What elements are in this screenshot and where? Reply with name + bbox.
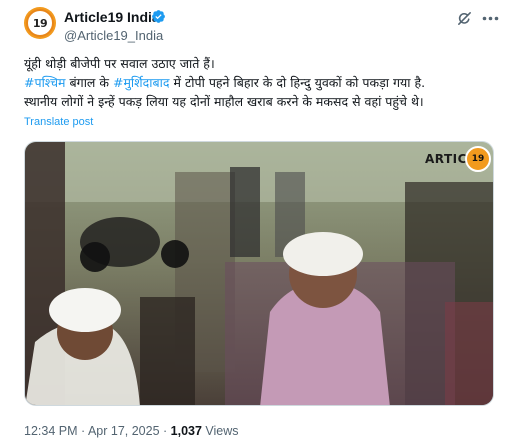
video-watermark-logo: 19: [465, 146, 491, 172]
tweet-text-segment: में टोपी पहने बिहार के दो हिन्दु युवकों …: [169, 75, 426, 90]
tweet-date[interactable]: Apr 17, 2025: [88, 424, 160, 438]
hashtag-link-west[interactable]: #पश्चिम: [24, 75, 66, 90]
translate-post-link[interactable]: Translate post: [24, 116, 93, 128]
more-horizontal-icon[interactable]: [482, 16, 499, 21]
author-handle[interactable]: @Article19_India: [64, 28, 163, 43]
hashtag-link-murshidabad[interactable]: #मुर्शिदाबाद: [113, 75, 170, 90]
grok-icon[interactable]: [456, 10, 473, 27]
tweet-text-line-1: यूंही थोड़ी बीजेपी पर सवाल उठाए जाते हैं…: [24, 56, 215, 71]
meta-separator: ·: [77, 424, 88, 438]
avatar-logo: 19: [26, 9, 54, 37]
tweet[interactable]: 19 Article19 India @Article19_India यूंह…: [0, 0, 519, 443]
tweet-time[interactable]: 12:34 PM: [24, 424, 78, 438]
avatar[interactable]: 19: [24, 7, 56, 39]
tweet-text-segment: बंगाल के: [65, 75, 113, 90]
video-media[interactable]: ARTICLE 19: [24, 141, 494, 406]
verified-badge-icon: [152, 10, 165, 23]
views-count: 1,037: [170, 424, 202, 438]
video-frame: [25, 142, 493, 405]
tweet-text-line-3: स्थानीय लोगों ने इन्हें पकड़ लिया यह दोन…: [24, 94, 424, 109]
author-display-name[interactable]: Article19 India: [64, 9, 160, 25]
tweet-text-line-2: #पश्चिम बंगाल के #मुर्शिदाबाद में टोपी प…: [24, 74, 425, 91]
views-label: Views: [201, 424, 239, 438]
tweet-meta: 12:34 PM · Apr 17, 2025 · 1,037 Views: [24, 424, 239, 438]
meta-separator: ·: [159, 424, 171, 438]
